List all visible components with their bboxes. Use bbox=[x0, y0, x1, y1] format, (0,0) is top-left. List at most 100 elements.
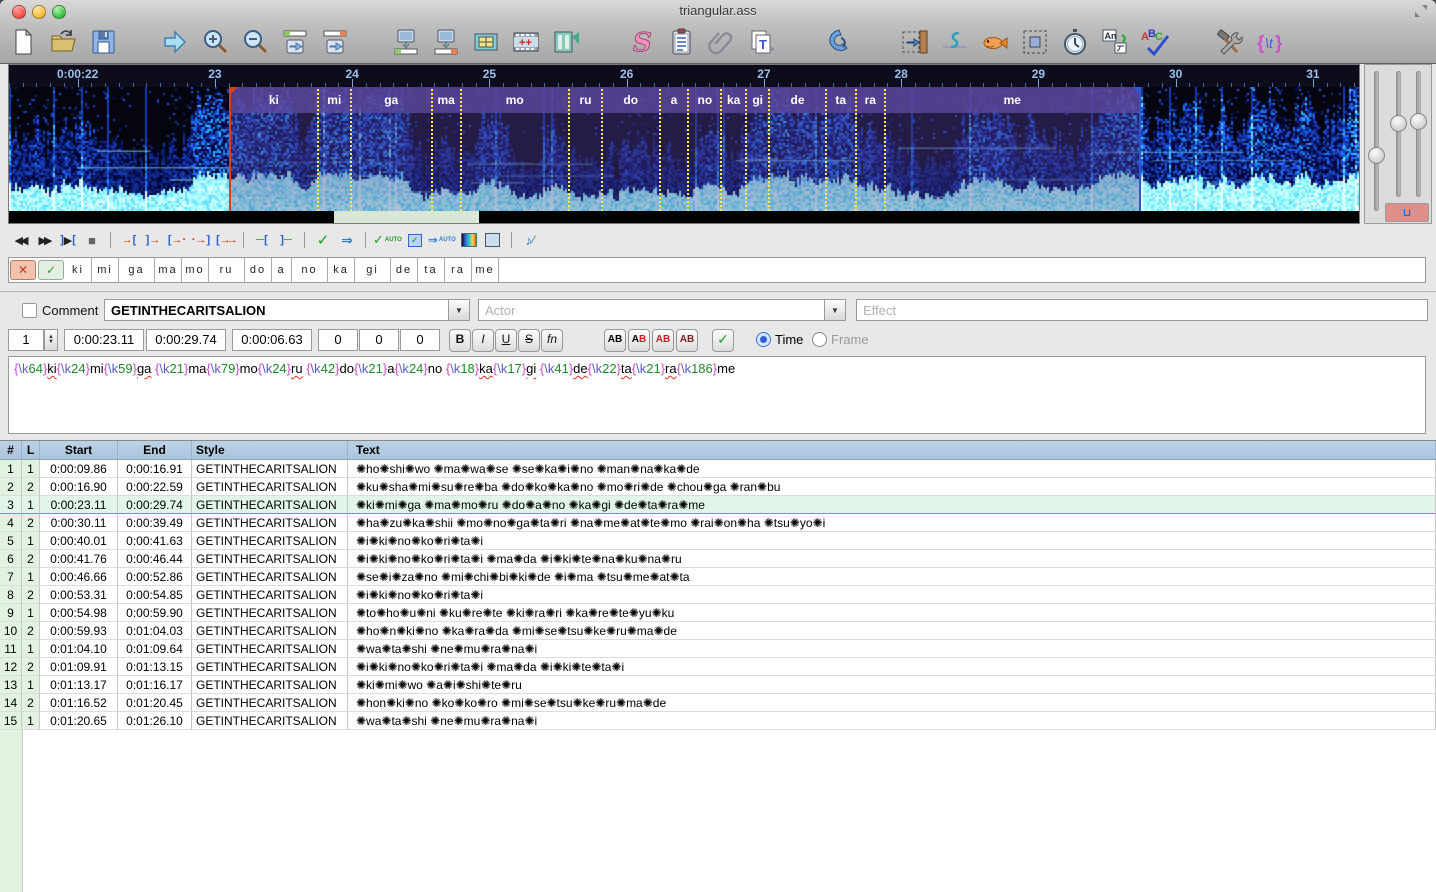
stop-button[interactable]: ■ bbox=[80, 230, 104, 250]
subtitle-row-10[interactable]: 10 2 0:00:59.93 0:01:04.03 GETINTHECARITSALI… bbox=[0, 622, 1436, 640]
audio-scrollbar-thumb[interactable] bbox=[334, 211, 479, 223]
spectrum-analyzer-button[interactable] bbox=[457, 230, 481, 250]
karaoke-split-cell[interactable]: ma bbox=[155, 258, 182, 282]
audio-time-ruler[interactable]: 0:00:22 23 24 25 26 27 28 29 30 31 bbox=[9, 65, 1359, 88]
primary-color-button[interactable]: AB bbox=[604, 329, 626, 352]
karaoke-cancel-button[interactable]: ✕ bbox=[10, 260, 36, 280]
margin-left-field[interactable]: 0 bbox=[318, 329, 358, 351]
subtitle-row-13[interactable]: 13 1 0:01:13.17 0:01:16.17 GETINTHECARITSALI… bbox=[0, 676, 1436, 694]
spell-checker-button[interactable]: ABC bbox=[1138, 24, 1172, 60]
karaoke-split-cell[interactable]: ki bbox=[65, 258, 92, 282]
play-first-500-button[interactable]: [→ · bbox=[165, 230, 189, 250]
play-500-before-button[interactable]: →[ bbox=[117, 230, 141, 250]
snap-end-to-video-button[interactable] bbox=[429, 24, 463, 60]
subtitle-row-4[interactable]: 4 2 0:00:30.11 0:00:39.49 GETINTHECARITSALIO… bbox=[0, 514, 1436, 532]
chevron-down-icon[interactable]: ▼ bbox=[824, 300, 845, 320]
jump-to-button[interactable] bbox=[158, 24, 192, 60]
underline-button[interactable]: U bbox=[495, 329, 517, 352]
play-last-500-button[interactable]: ·→] bbox=[189, 230, 213, 250]
shift-to-frame-button[interactable] bbox=[549, 24, 583, 60]
grid-header-end[interactable]: End bbox=[118, 441, 192, 460]
grid-header-num[interactable]: # bbox=[0, 441, 22, 460]
subtitle-row-12[interactable]: 12 2 0:01:09.91 0:01:13.15 GETINTHECARITSALI… bbox=[0, 658, 1436, 676]
zoom-in-button[interactable] bbox=[198, 24, 232, 60]
italic-button[interactable]: I bbox=[472, 329, 494, 352]
volume-slider[interactable] bbox=[1410, 71, 1427, 197]
style-dropdown[interactable]: GETINTHECARITSALION ▼ bbox=[104, 299, 470, 321]
karaoke-split-cell[interactable]: ru bbox=[209, 258, 245, 282]
subtitle-row-5[interactable]: 5 1 0:00:40.01 0:00:41.63 GETINTHECARITSALIO… bbox=[0, 532, 1436, 550]
styles-manager-button[interactable]: S bbox=[624, 24, 658, 60]
select-lines-button[interactable] bbox=[898, 24, 932, 60]
play-left-button[interactable]: ◀◀ bbox=[8, 230, 32, 250]
karaoke-accept-button[interactable]: ✓ bbox=[38, 260, 64, 280]
karaoke-syllable-divider[interactable] bbox=[883, 89, 886, 211]
grid-header-text[interactable]: Text bbox=[348, 441, 1436, 460]
karaoke-syllable-divider[interactable] bbox=[430, 89, 433, 211]
actor-dropdown[interactable]: Actor ▼ bbox=[478, 299, 846, 321]
subtitle-row-2[interactable]: 2 2 0:00:16.90 0:00:22.59 GETINTHECARITSALIO… bbox=[0, 478, 1436, 496]
open-subtitles-button[interactable] bbox=[46, 24, 80, 60]
grid-header-start[interactable]: Start bbox=[40, 441, 118, 460]
timing-clock-button[interactable] bbox=[1058, 24, 1092, 60]
time-radio[interactable]: Time bbox=[756, 332, 803, 347]
karaoke-syllable-divider[interactable] bbox=[824, 89, 827, 211]
outline-color-button[interactable]: AB bbox=[652, 329, 674, 352]
horizontal-zoom-slider[interactable] bbox=[1368, 71, 1385, 211]
shift-times-button[interactable] bbox=[822, 24, 856, 60]
karaoke-syllable-divider[interactable] bbox=[768, 89, 771, 211]
karaoke-split-cell[interactable]: mi bbox=[92, 258, 119, 282]
translation-assistant-button[interactable]: An bbox=[1098, 24, 1132, 60]
start-time-field[interactable]: 0:00:23.11 bbox=[64, 329, 144, 351]
karaoke-split-cell[interactable]: a bbox=[272, 258, 292, 282]
snap-to-scene-button[interactable]: ++ bbox=[509, 24, 543, 60]
subtitle-row-14[interactable]: 14 2 0:01:16.52 0:01:20.45 GETINTHECARITSALI… bbox=[0, 694, 1436, 712]
karaoke-syllable-divider[interactable] bbox=[316, 89, 319, 211]
karaoke-syllable-divider[interactable] bbox=[567, 89, 570, 211]
auto-commit-button[interactable]: ✓ AUTO bbox=[372, 230, 403, 250]
grid-header-style[interactable]: Style bbox=[192, 441, 348, 460]
karaoke-split-cell[interactable]: gi bbox=[355, 258, 391, 282]
karaoke-syllable-divider[interactable] bbox=[658, 89, 661, 211]
layer-spinner[interactable]: ▲ ▼ bbox=[44, 329, 58, 351]
next-line-button[interactable]: ⇒ bbox=[335, 230, 359, 250]
karaoke-syllable-divider[interactable] bbox=[745, 89, 748, 211]
chevron-down-icon[interactable]: ▼ bbox=[448, 300, 469, 320]
vertical-zoom-slider[interactable] bbox=[1390, 71, 1407, 197]
commit-button[interactable]: ✓ bbox=[311, 230, 335, 250]
grid-header-l[interactable]: L bbox=[22, 441, 40, 460]
selection-start-marker[interactable] bbox=[228, 87, 238, 211]
karaoke-syllable-divider[interactable] bbox=[687, 89, 690, 211]
karaoke-split-cell[interactable]: ka bbox=[328, 258, 355, 282]
karaoke-split-cell[interactable]: no bbox=[292, 258, 328, 282]
effect-input[interactable]: Effect bbox=[856, 299, 1428, 321]
karaoke-syllable-divider[interactable] bbox=[459, 89, 462, 211]
save-subtitles-button[interactable] bbox=[86, 24, 120, 60]
attachments-button[interactable] bbox=[704, 24, 738, 60]
audio-spectrogram[interactable]: ki mi ga ma mo ru do a no ka gi de ta ra me bbox=[9, 87, 1359, 211]
subtitle-text-editor[interactable]: {\k64}ki{\k24}mi{\k59}ga {\k21}ma{\k79}m… bbox=[8, 356, 1426, 434]
secondary-color-button[interactable]: AB bbox=[628, 329, 650, 352]
resample-resolution-button[interactable] bbox=[1018, 24, 1052, 60]
duration-field[interactable]: 0:00:06.63 bbox=[232, 329, 312, 351]
subtitle-row-11[interactable]: 11 1 0:01:04.10 0:01:09.64 GETINTHECARITSALI… bbox=[0, 640, 1436, 658]
karaoke-split-cell[interactable]: ra bbox=[445, 258, 472, 282]
play-500-after-button[interactable]: ] → bbox=[141, 230, 165, 250]
properties-button[interactable] bbox=[664, 24, 698, 60]
karaoke-syllable-divider[interactable] bbox=[720, 89, 723, 211]
audio-scrollbar[interactable] bbox=[9, 211, 1359, 223]
subtitle-row-8[interactable]: 8 2 0:00:53.31 0:00:54.85 GETINTHECARITSALIO… bbox=[0, 586, 1436, 604]
end-time-field[interactable]: 0:00:29.74 bbox=[146, 329, 226, 351]
shadow-color-button[interactable]: AB bbox=[676, 329, 698, 352]
font-button[interactable]: fn bbox=[541, 329, 563, 352]
play-right-button[interactable]: ▶▶ bbox=[32, 230, 56, 250]
styling-assistant-button[interactable]: {\t} bbox=[1253, 24, 1287, 60]
subtitle-row-9[interactable]: 9 1 0:00:54.98 0:00:59.90 GETINTHECARITSALIO… bbox=[0, 604, 1436, 622]
layer-field[interactable]: 1 bbox=[8, 329, 44, 351]
medusa-timing-button[interactable] bbox=[481, 230, 505, 250]
karaoke-split-cell[interactable]: mo bbox=[182, 258, 209, 282]
commit-button[interactable]: ✓ bbox=[712, 329, 734, 352]
subtitle-row-15[interactable]: 15 1 0:01:20.65 0:01:26.10 GETINTHECARITSALI… bbox=[0, 712, 1436, 730]
kanji-timer-button[interactable] bbox=[978, 24, 1012, 60]
karaoke-syllable-divider[interactable] bbox=[600, 89, 603, 211]
